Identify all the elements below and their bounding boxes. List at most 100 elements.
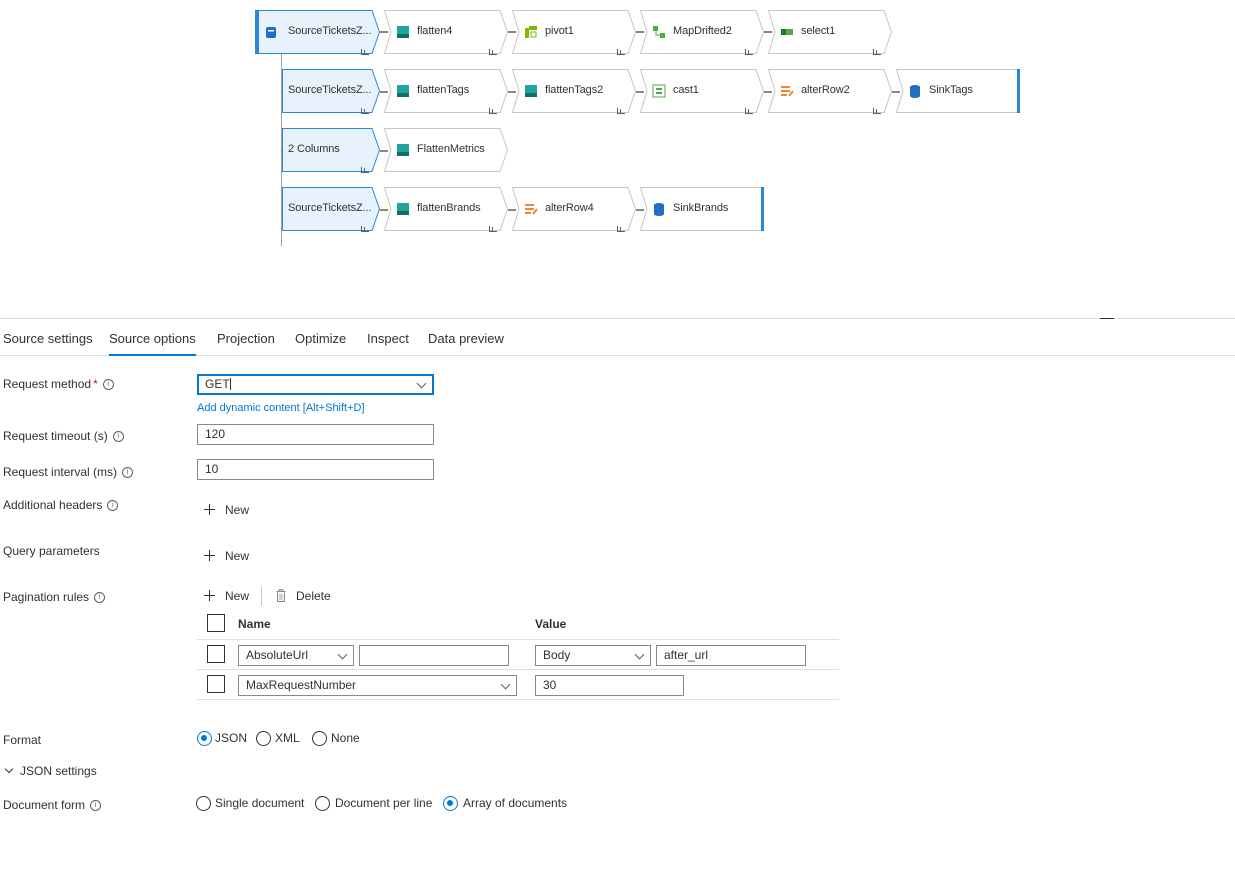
node-label: flattenTags2 (545, 84, 604, 96)
add-node-icon[interactable] (745, 49, 753, 55)
transform-node[interactable]: flatten4 (383, 10, 509, 55)
doc-array-label[interactable]: Array of documents (463, 796, 567, 810)
info-icon[interactable]: i (102, 379, 114, 390)
add-node-icon[interactable] (873, 49, 881, 55)
row-checkbox[interactable] (207, 645, 225, 663)
select-all-checkbox[interactable] (207, 614, 225, 632)
info-icon[interactable]: i (94, 592, 106, 603)
doc-single-label[interactable]: Single document (215, 796, 304, 810)
transform-node[interactable]: alterRow4 (511, 187, 637, 232)
add-node-icon[interactable] (489, 108, 497, 114)
flatten-icon (524, 84, 538, 98)
request-timeout-input[interactable]: 120 (197, 424, 434, 445)
format-json-radio[interactable] (197, 731, 212, 746)
add-node-icon[interactable] (361, 226, 369, 232)
add-dynamic-content-link[interactable]: Add dynamic content [Alt+Shift+D] (197, 402, 365, 414)
info-icon[interactable]: i (107, 500, 119, 511)
tab-inspect[interactable]: Inspect (367, 331, 409, 346)
sink-icon (908, 84, 922, 98)
add-node-icon[interactable] (617, 226, 625, 232)
tab-source-options[interactable]: Source options (109, 331, 196, 356)
transform-node[interactable]: select1 (767, 10, 893, 55)
doc-array-radio[interactable] (443, 796, 458, 811)
format-none-radio[interactable] (312, 731, 327, 746)
pagination-value-input[interactable]: after_url (656, 645, 806, 666)
source-node[interactable]: SourceTicketsZ... (282, 69, 381, 114)
add-node-icon[interactable] (361, 108, 369, 114)
value-column-header: Value (535, 617, 567, 631)
source-node[interactable]: SourceTicketsZ... (258, 10, 381, 55)
doc-single-radio[interactable] (196, 796, 211, 811)
info-icon[interactable]: i (122, 467, 134, 478)
add-node-icon[interactable] (745, 108, 753, 114)
tab-data-preview[interactable]: Data preview (428, 331, 504, 346)
transform-node[interactable]: MapDrifted2 (639, 10, 765, 55)
add-node-icon[interactable] (489, 49, 497, 55)
add-node-icon[interactable] (617, 108, 625, 114)
request-method-select[interactable]: GET (197, 374, 434, 395)
pagination-name-select[interactable]: AbsoluteUrl (238, 645, 354, 666)
chevron-down-icon (416, 378, 427, 389)
transform-node[interactable]: cast1 (639, 69, 765, 114)
plus-icon (204, 550, 215, 561)
transform-node[interactable]: FlattenMetrics (383, 128, 509, 172)
sink-node[interactable]: SinkTags (895, 69, 1018, 113)
delete-pagination-rule-label: Delete (296, 589, 331, 603)
sink-node[interactable]: SinkBrands (639, 187, 762, 231)
pagination-value-input[interactable]: 30 (535, 675, 684, 696)
panel-resize-handle[interactable] (1100, 318, 1114, 319)
chevron-down-icon (500, 679, 511, 690)
add-pagination-rule-label: New (225, 589, 250, 603)
transform-node[interactable]: flattenTags2 (511, 69, 637, 114)
format-xml-label[interactable]: XML (275, 731, 300, 745)
name-column-header: Name (238, 617, 271, 631)
table-divider (197, 699, 839, 700)
format-xml-radio[interactable] (256, 731, 271, 746)
flatten-icon (396, 202, 410, 216)
data-flow-canvas[interactable]: SourceTicketsZ... flatten4 pivot1 MapDri… (0, 0, 1235, 318)
transform-node[interactable]: flattenBrands (383, 187, 509, 232)
pagination-name-extra-input[interactable] (359, 645, 509, 666)
transform-node[interactable]: pivot1 (511, 10, 637, 55)
flatten-icon (396, 25, 410, 39)
additional-headers-text: Additional headers (3, 498, 103, 512)
node-label: SinkBrands (673, 202, 729, 214)
format-none-label[interactable]: None (331, 731, 360, 745)
delete-pagination-rule-button[interactable]: Delete (276, 589, 331, 603)
node-label: cast1 (673, 84, 699, 96)
transform-node[interactable]: flattenTags (383, 69, 509, 114)
add-node-icon[interactable] (361, 167, 369, 173)
trash-icon (276, 589, 286, 602)
doc-per-line-radio[interactable] (315, 796, 330, 811)
add-pagination-rule-button[interactable]: New (204, 589, 249, 603)
plus-icon (204, 590, 215, 601)
format-json-label[interactable]: JSON (215, 731, 247, 745)
add-node-icon[interactable] (489, 226, 497, 232)
json-settings-toggle[interactable]: JSON settings (4, 764, 97, 778)
add-query-parameter-button[interactable]: New (204, 549, 249, 563)
add-node-icon[interactable] (361, 49, 369, 55)
doc-per-line-label[interactable]: Document per line (335, 796, 432, 810)
panel-divider (0, 318, 1235, 319)
row-checkbox[interactable] (207, 675, 225, 693)
sink-end-bar (761, 187, 764, 231)
node-label: flattenTags (417, 84, 470, 96)
add-node-icon[interactable] (617, 49, 625, 55)
add-header-button[interactable]: New (204, 503, 249, 517)
transform-node[interactable]: alterRow2 (767, 69, 893, 114)
request-interval-input[interactable]: 10 (197, 459, 434, 480)
add-node-icon[interactable] (873, 108, 881, 114)
table-divider (197, 639, 839, 640)
tab-projection[interactable]: Projection (217, 331, 275, 346)
info-icon[interactable]: i (112, 431, 124, 442)
pagination-name-select[interactable]: MaxRequestNumber (238, 675, 517, 696)
pagination-value-type-select[interactable]: Body (535, 645, 651, 666)
tab-source-settings[interactable]: Source settings (3, 331, 93, 346)
node-label: select1 (801, 25, 836, 37)
node-label: flattenBrands (417, 202, 481, 214)
source-node[interactable]: SourceTicketsZ... (282, 187, 381, 232)
source-node[interactable]: 2 Columns (282, 128, 381, 173)
tab-optimize[interactable]: Optimize (295, 331, 346, 346)
info-icon[interactable]: i (90, 800, 102, 811)
alter-row-icon (780, 84, 794, 98)
